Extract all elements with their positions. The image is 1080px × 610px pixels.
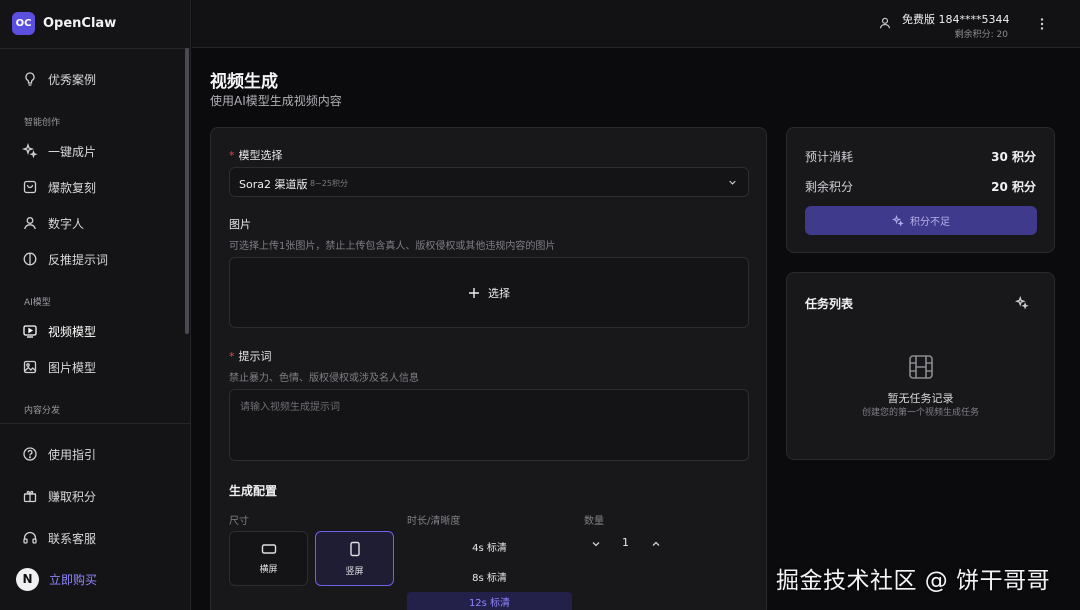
image-hint: 可选择上传1张图片，禁止上传包含真人、版权侵权或其他违规内容的图片 <box>229 241 556 252</box>
prompt-hint: 禁止暴力、色情、版权侵权或涉及名人信息 <box>229 373 419 384</box>
image-label: 图片 <box>229 218 251 231</box>
sidebar-item-label: 立即购买 <box>49 572 98 587</box>
sparkle-icon <box>22 143 38 159</box>
model-label: * 模型选择 <box>229 149 283 162</box>
sidebar-item-label: 数字人 <box>48 216 85 231</box>
page-title: 视频生成 <box>210 72 278 92</box>
topbar: 免费版 184****5344 剩余积分: 20 <box>192 0 1080 48</box>
remaining-points-value: 20 积分 <box>991 180 1036 194</box>
landscape-icon <box>261 543 276 554</box>
insufficient-points-label: 积分不足 <box>910 217 950 228</box>
sidebar-item-image-model[interactable]: 图片模型 <box>22 357 96 377</box>
size-label: 尺寸 <box>229 516 249 527</box>
sidebar-item-label: 反推提示词 <box>48 252 109 267</box>
page-subtitle: 使用AI模型生成视频内容 <box>210 94 342 108</box>
size-portrait-button[interactable]: 竖屏 <box>315 531 394 586</box>
sidebar-divider <box>0 423 191 424</box>
model-select[interactable]: Sora2 渠道版 8~25积分 <box>229 167 749 197</box>
prompt-input[interactable]: 请输入视频生成提示词 <box>229 389 749 461</box>
empty-state-title: 暂无任务记录 <box>887 392 954 405</box>
film-icon <box>909 355 933 379</box>
insufficient-points-button[interactable]: 积分不足 <box>805 206 1037 235</box>
user-plan[interactable]: 免费版 184****5344 <box>902 11 1010 27</box>
brand-name: OpenClaw <box>43 16 117 31</box>
watermark: 掘金技术社区 @ 饼干哥哥 <box>776 568 1051 594</box>
prompt-placeholder: 请输入视频生成提示词 <box>240 402 340 413</box>
task-list-title: 任务列表 <box>805 297 854 311</box>
size-portrait-label: 竖屏 <box>345 566 364 577</box>
bulb-icon <box>25 72 35 86</box>
sparkle-icon <box>892 214 904 227</box>
headset-icon <box>23 531 37 544</box>
sidebar-item-label: 一键成片 <box>48 144 97 159</box>
size-landscape-button[interactable]: 横屏 <box>229 531 308 586</box>
contrast-icon <box>23 252 37 266</box>
user-points: 剩余积分: 20 <box>954 30 1008 40</box>
sidebar-item-cases[interactable]: 优秀案例 <box>22 69 96 89</box>
n-badge-icon: N <box>16 567 39 591</box>
person-icon <box>24 217 36 230</box>
config-title: 生成配置 <box>229 484 278 498</box>
more-vertical-icon[interactable] <box>1034 16 1050 32</box>
image-upload-area[interactable]: 选择 <box>229 257 749 328</box>
empty-state-subtitle: 创建您的第一个视频生成任务 <box>861 408 979 418</box>
gift-icon <box>23 490 37 503</box>
user-icon[interactable] <box>878 16 892 30</box>
section-title-distribution: 内容分发 <box>24 406 61 416</box>
sidebar-divider <box>0 48 191 49</box>
section-title-creation: 智能创作 <box>24 118 61 128</box>
sidebar-item-label: 使用指引 <box>48 447 97 462</box>
duration-label: 时长/清晰度 <box>407 516 461 527</box>
sidebar-item-digital-human[interactable]: 数字人 <box>22 213 84 233</box>
prompt-label: * 提示词 <box>229 350 272 363</box>
sidebar-item-remake[interactable]: 爆款复刻 <box>22 177 96 197</box>
decrease-quantity-icon[interactable] <box>589 537 603 551</box>
sidebar-item-support[interactable]: 联系客服 <box>22 528 96 548</box>
sidebar-scrollbar[interactable] <box>185 48 189 334</box>
sidebar-item-label: 图片模型 <box>48 360 97 375</box>
sidebar-item-video-model[interactable]: 视频模型 <box>22 321 96 341</box>
quantity-label: 数量 <box>584 516 604 527</box>
sidebar-item-one-click[interactable]: 一键成片 <box>22 141 96 161</box>
model-select-value: Sora2 渠道版 <box>239 178 308 191</box>
sidebar-item-label: 赚取积分 <box>48 489 97 504</box>
sidebar-item-reverse-prompt[interactable]: 反推提示词 <box>22 249 108 269</box>
remaining-points-label: 剩余积分 <box>805 180 854 194</box>
sparkle-refresh-icon[interactable] <box>1015 296 1029 310</box>
model-select-cost: 8~25积分 <box>310 179 348 188</box>
quantity-value[interactable]: 1 <box>622 536 629 549</box>
section-title-ai-models: AI模型 <box>24 298 51 308</box>
chevron-down-icon <box>729 180 736 185</box>
brand[interactable]: OC OpenClaw <box>12 12 116 35</box>
video-icon <box>23 325 37 338</box>
sidebar-item-label: 视频模型 <box>48 324 97 339</box>
help-circle-icon <box>23 447 37 461</box>
size-landscape-label: 横屏 <box>259 564 278 575</box>
sidebar-item-guide[interactable]: 使用指引 <box>22 444 96 464</box>
sidebar-item-label: 优秀案例 <box>48 72 97 87</box>
sidebar-item-earn-points[interactable]: 赚取积分 <box>22 486 96 506</box>
brand-logo: OC <box>12 12 35 35</box>
upload-button-label: 选择 <box>488 286 510 300</box>
duration-option[interactable]: 8s 标清 <box>407 569 572 584</box>
sidebar-item-label: 爆款复刻 <box>48 180 97 195</box>
image-icon <box>23 360 37 374</box>
duration-option[interactable]: 4s 标清 <box>407 539 572 554</box>
increase-quantity-icon[interactable] <box>649 537 663 551</box>
estimated-cost-label: 预计消耗 <box>805 150 854 164</box>
sidebar: OC OpenClaw 优秀案例 智能创作 一键成片 爆款复刻 数字人 反推提示… <box>0 0 191 610</box>
duration-option-highlighted[interactable]: 12s 标清 <box>407 592 572 610</box>
plus-icon <box>469 287 479 298</box>
bag-icon <box>23 180 37 194</box>
portrait-icon <box>349 541 360 556</box>
estimated-cost-value: 30 积分 <box>991 150 1036 164</box>
sidebar-item-buy[interactable]: N 立即购买 <box>16 567 98 591</box>
sidebar-item-label: 联系客服 <box>48 531 97 546</box>
